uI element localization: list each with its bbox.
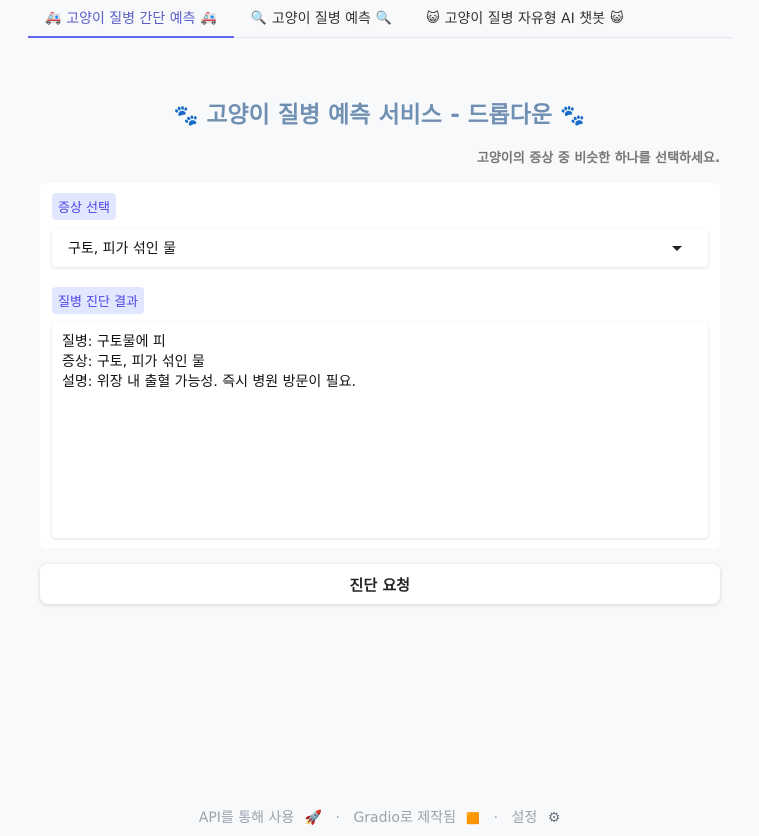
separator: · (493, 810, 499, 826)
footer: API를 통해 사용 🚀 · Gradio로 제작됨 🟧 · 설정 ⚙ (0, 807, 759, 827)
symptom-selected-value: 구토, 피가 섞인 물 (68, 241, 176, 257)
separator: · (335, 810, 340, 826)
gradio-logo-icon: 🟧 (466, 812, 481, 825)
settings-link[interactable]: 설정 ⚙ (508, 810, 563, 826)
page-subtitle: 고양이의 증상 중 비슷한 하나를 선택하세요. (477, 151, 720, 166)
magnifier-icon: 🔍 (250, 10, 267, 26)
page-title: 🐾 고양이 질병 예측 서비스 - 드롭다운 🐾 (0, 95, 759, 129)
api-link[interactable]: API를 통해 사용 🚀 (196, 810, 325, 826)
result-line: 증상: 구토, 피가 섞인 물 (62, 354, 205, 370)
tab-ai-chatbot[interactable]: 😺 고양이 질병 자유형 AI 챗봇 😺 (409, 0, 640, 37)
caret-down-icon (672, 246, 682, 251)
gradio-link[interactable]: Gradio로 제작됨 🟧 (350, 810, 483, 826)
result-line: 질병: 구토물에 피 (62, 334, 166, 350)
tab-bar: 🚑 고양이 질병 간단 예측 🚑 🔍 고양이 질병 예측 🔍 😺 고양이 질병 … (28, 0, 732, 38)
tab-simple-prediction[interactable]: 🚑 고양이 질병 간단 예측 🚑 (28, 0, 234, 38)
result-label: 질병 진단 결과 (52, 287, 145, 314)
tab-label: 고양이 질병 예측 (271, 11, 371, 27)
cat-face-icon: 😺 (609, 10, 624, 26)
ambulance-icon: 🚑 (200, 10, 217, 26)
gear-icon: ⚙ (547, 810, 561, 826)
result-textarea[interactable]: 질병: 구토물에 피 증상: 구토, 피가 섞인 물 설명: 위장 내 출혈 가… (52, 322, 708, 538)
form-card: 증상 선택 구토, 피가 섞인 물 질병 진단 결과 질병: 구토물에 피 증상… (40, 183, 720, 548)
paw-icon: 🐾 (173, 103, 199, 127)
tab-label: 고양이 질병 간단 예측 (66, 11, 196, 27)
result-line: 설명: 위장 내 출혈 가능성. 즉시 병원 방문이 필요. (62, 374, 356, 390)
symptom-label: 증상 선택 (52, 193, 116, 220)
cat-face-icon: 😺 (426, 10, 440, 26)
ambulance-icon: 🚑 (45, 10, 62, 26)
paw-icon: 🐾 (560, 103, 586, 127)
page-title-text: 고양이 질병 예측 서비스 - 드롭다운 (206, 102, 553, 128)
tab-prediction[interactable]: 🔍 고양이 질병 예측 🔍 (234, 0, 409, 37)
symptom-dropdown[interactable]: 구토, 피가 섞인 물 (52, 229, 708, 267)
rocket-icon: 🚀 (304, 810, 323, 826)
magnifier-icon: 🔍 (375, 10, 393, 26)
tab-label: 고양이 질병 자유형 AI 챗봇 (444, 11, 605, 27)
submit-button[interactable]: 진단 요청 (40, 564, 720, 604)
